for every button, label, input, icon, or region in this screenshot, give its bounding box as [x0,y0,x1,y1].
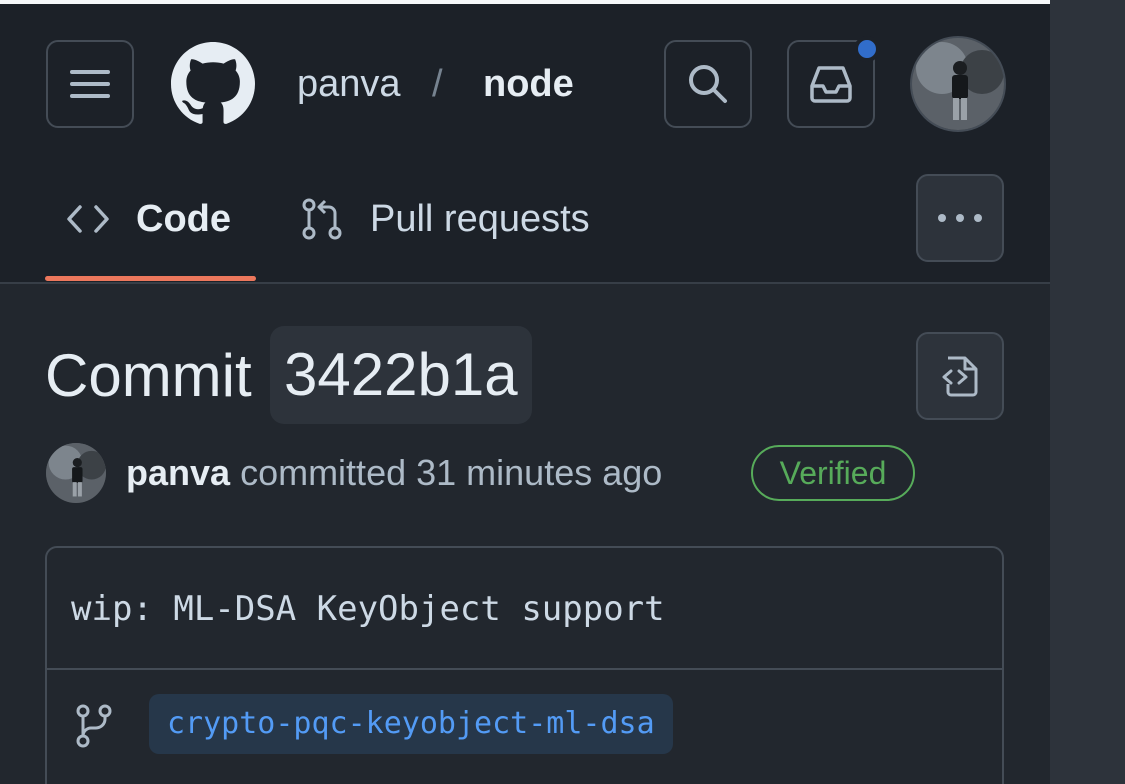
commit-action: committed [240,452,407,493]
selected-tab-indicator [45,276,256,281]
github-logo-icon[interactable] [171,42,255,126]
git-pull-request-icon [300,197,344,241]
box-divider [47,668,1002,670]
unread-indicator [854,36,880,62]
commit-author[interactable]: panva [126,452,230,493]
verified-badge[interactable]: Verified [751,445,915,501]
user-avatar[interactable] [910,36,1006,132]
commit-meta: panva committed 31 minutes ago [126,450,662,496]
inbox-icon [808,64,854,104]
tab-code[interactable]: Code [66,195,231,243]
right-gutter [1050,0,1125,784]
author-avatar[interactable] [46,443,106,503]
commit-message: wip: ML-DSA KeyObject support [71,589,665,629]
commit-message-box: wip: ML-DSA KeyObject support crypto-pqc… [45,546,1004,784]
page-title: Commit [45,342,252,409]
menu-button[interactable] [46,40,134,128]
tab-pull-requests-label: Pull requests [370,197,590,240]
browse-files-button[interactable] [916,332,1004,420]
hamburger-icon [70,68,110,100]
commit-time: 31 minutes ago [416,452,663,493]
breadcrumb-repo[interactable]: node [483,60,574,108]
more-tabs-button[interactable] [916,174,1004,262]
breadcrumb-separator: / [432,63,443,105]
code-icon [66,203,110,235]
tab-pull-requests[interactable]: Pull requests [300,195,590,243]
breadcrumb-owner[interactable]: panva [297,60,401,108]
tab-code-label: Code [136,197,231,240]
search-icon [687,63,729,105]
app-header: panva / node Code Pull requests [0,0,1050,284]
git-branch-icon [75,704,113,748]
search-button[interactable] [664,40,752,128]
commit-sha[interactable]: 3422b1a [270,326,532,424]
top-edge [0,0,1050,4]
kebab-horizontal-icon [937,213,983,223]
file-code-icon [938,354,982,398]
branch-link[interactable]: crypto-pqc-keyobject-ml-dsa [149,694,673,754]
